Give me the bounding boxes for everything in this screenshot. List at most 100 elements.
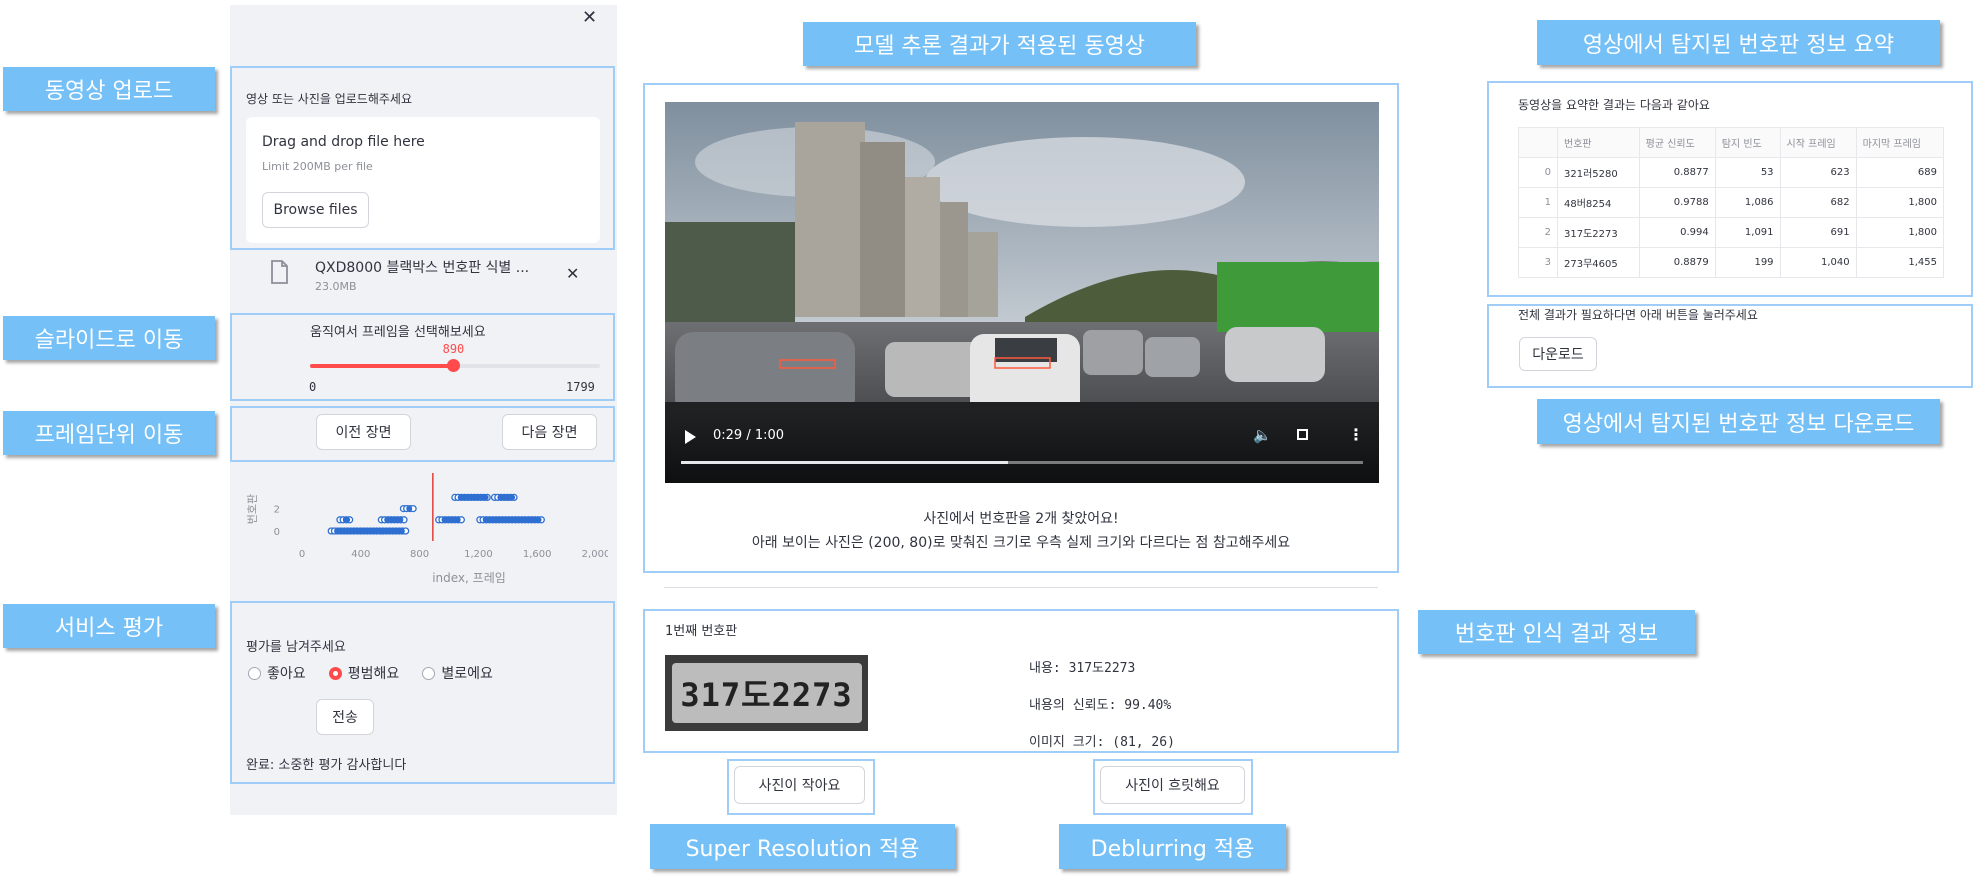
x-tick-label: 800 xyxy=(410,549,429,560)
table-cell: 1 xyxy=(1518,187,1558,218)
table-cell: 691 xyxy=(1779,217,1857,248)
dropzone-title: Drag and drop file here xyxy=(262,134,425,150)
video-time: 0:29 / 1:00 xyxy=(713,428,785,443)
column-header: 시작 프레임 xyxy=(1779,127,1857,158)
table-cell: 321러5280 xyxy=(1557,157,1640,188)
table-cell: 0.8877 xyxy=(1638,157,1716,188)
table-row: 3 273무4605 0.8879 199 1,040 1,455 xyxy=(1518,247,1945,278)
callout-super-resolution: Super Resolution 적용 xyxy=(650,824,955,869)
table-cell: 0.8879 xyxy=(1638,247,1716,278)
x-tick-label: 1,200 xyxy=(464,549,493,560)
table-cell: 1,040 xyxy=(1779,247,1857,278)
small-photo-button[interactable]: 사진이 작아요 xyxy=(734,766,865,804)
remove-file-icon[interactable]: ✕ xyxy=(566,264,579,283)
table-cell: 1,455 xyxy=(1855,247,1945,278)
callout-recognition: 번호판 인식 결과 정보 xyxy=(1418,610,1695,654)
callout-video: 모델 추론 결과가 적용된 동영상 xyxy=(803,22,1196,66)
table-cell: 53 xyxy=(1714,157,1781,188)
table-cell: 0.9788 xyxy=(1638,187,1716,218)
x-axis-label: index, 프레임 xyxy=(432,571,506,585)
table-cell: 0.994 xyxy=(1638,217,1716,248)
summary-table: 번호판 평균 신뢰도 탐지 빈도 시작 프레임 마지막 프레임 0 321러52… xyxy=(1518,127,1945,278)
plate-content-row: 내용: 317도2273 xyxy=(1029,657,1135,676)
play-icon[interactable] xyxy=(685,430,696,444)
plate-result-title: 1번째 번호판 xyxy=(665,624,738,639)
plate-content-label: 내용: xyxy=(1029,661,1061,676)
plate-content-value: 317도2273 xyxy=(1068,661,1136,676)
table-cell: 273무4605 xyxy=(1557,247,1640,278)
dropzone-limit: Limit 200MB per file xyxy=(262,160,373,173)
plate-size-row: 이미지 크기: (81, 26) xyxy=(1029,731,1175,750)
table-row: 1 48버8254 0.9788 1,086 682 1,800 xyxy=(1518,187,1945,218)
rating-option-average[interactable]: 평범해요 xyxy=(328,663,399,683)
rating-options: 좋아요 평범해요 별로에요 xyxy=(248,663,511,684)
plate-confidence-value: 99.40% xyxy=(1124,698,1172,713)
summary-caption: 동영상을 요약한 결과는 다음과 같아요 xyxy=(1518,98,1710,112)
table-cell: 0 xyxy=(1518,157,1558,188)
file-icon xyxy=(270,260,289,284)
callout-summary: 영상에서 탐지된 번호판 정보 요약 xyxy=(1537,20,1940,65)
volume-icon[interactable]: 🔈 xyxy=(1253,426,1272,444)
submit-rating-button[interactable]: 전송 xyxy=(316,699,374,735)
fullscreen-icon[interactable] xyxy=(1297,429,1308,440)
close-icon[interactable]: ✕ xyxy=(582,7,602,29)
table-cell: 1,800 xyxy=(1855,187,1945,218)
callout-upload: 동영상 업로드 xyxy=(3,67,215,111)
slider-max: 1799 xyxy=(566,380,595,394)
callout-deblurring: Deblurring 적용 xyxy=(1059,824,1286,869)
table-cell: 48버8254 xyxy=(1557,187,1640,218)
video-progress-track[interactable] xyxy=(681,461,1363,464)
x-tick-label: 0 xyxy=(299,549,305,560)
slider-fill xyxy=(310,364,454,368)
table-cell: 2 xyxy=(1518,217,1558,248)
table-row: 0 321러5280 0.8877 53 623 689 xyxy=(1518,157,1945,188)
radio-selected-icon xyxy=(328,666,342,680)
rating-option-label: 별로에요 xyxy=(441,666,493,682)
table-cell: 3 xyxy=(1518,247,1558,278)
video-player[interactable]: 0:29 / 1:00 🔈 ⋮ xyxy=(665,102,1379,483)
next-scene-button[interactable]: 다음 장면 xyxy=(502,414,597,450)
column-header: 탐지 빈도 xyxy=(1714,127,1781,158)
table-cell: 199 xyxy=(1714,247,1781,278)
column-header: 번호판 xyxy=(1557,127,1640,158)
column-header xyxy=(1518,127,1558,158)
rating-option-good[interactable]: 좋아요 xyxy=(248,663,306,683)
rating-done-text: 완료: 소중한 평가 감사합니다 xyxy=(246,758,407,773)
x-tick-label: 2,000 xyxy=(582,549,608,560)
video-progress-fill xyxy=(681,461,1009,464)
y-axis-label: 번호판 xyxy=(246,494,259,524)
blurry-photo-button[interactable]: 사진이 흐릿해요 xyxy=(1100,766,1245,804)
browse-files-button[interactable]: Browse files xyxy=(262,192,369,228)
table-cell: 1,091 xyxy=(1714,217,1781,248)
radio-icon xyxy=(248,666,261,680)
slider-thumb[interactable] xyxy=(446,359,460,372)
video-controls xyxy=(665,412,1379,483)
plate-image: 317도2273 xyxy=(665,655,868,731)
table-header-row: 번호판 평균 신뢰도 탐지 빈도 시작 프레임 마지막 프레임 xyxy=(1518,127,1945,158)
slider-value: 890 xyxy=(442,342,465,356)
more-options-icon[interactable]: ⋮ xyxy=(1348,425,1364,444)
callout-download: 영상에서 탐지된 번호판 정보 다운로드 xyxy=(1537,399,1940,444)
plate-size-label: 이미지 크기: xyxy=(1029,735,1105,750)
y-tick-label: 2 xyxy=(274,505,280,516)
table-cell: 1,800 xyxy=(1855,217,1945,248)
callout-slider: 슬라이드로 이동 xyxy=(3,316,215,360)
column-header: 평균 신뢰도 xyxy=(1638,127,1716,158)
table-cell: 1,086 xyxy=(1714,187,1781,218)
plate-confidence-row: 내용의 신뢰도: 99.40% xyxy=(1029,694,1171,713)
divider xyxy=(664,587,1378,588)
x-tick-label: 1,600 xyxy=(523,549,552,560)
table-row: 2 317도2273 0.994 1,091 691 1,800 xyxy=(1518,217,1945,248)
column-header: 마지막 프레임 xyxy=(1855,127,1945,158)
rating-option-bad[interactable]: 별로에요 xyxy=(422,663,493,683)
download-caption: 전체 결과가 필요하다면 아래 버튼을 눌러주세요 xyxy=(1518,308,1758,322)
uploaded-file-name: QXD8000 블랙박스 번호판 식별 ... xyxy=(315,260,530,276)
download-button[interactable]: 다운로드 xyxy=(1519,337,1597,371)
slider-min: 0 xyxy=(309,380,317,394)
rating-label: 평가를 남겨주세요 xyxy=(246,640,346,655)
result-text-line2: 아래 보이는 사진은 (200, 80)로 맞춰진 크기로 우측 실제 크기와 … xyxy=(751,535,1291,551)
result-text-line1: 사진에서 번호판을 2개 찾았어요! xyxy=(923,511,1119,527)
prev-scene-button[interactable]: 이전 장면 xyxy=(316,414,411,450)
callout-rating: 서비스 평가 xyxy=(3,604,215,648)
plate-size-value: (81, 26) xyxy=(1112,735,1175,750)
